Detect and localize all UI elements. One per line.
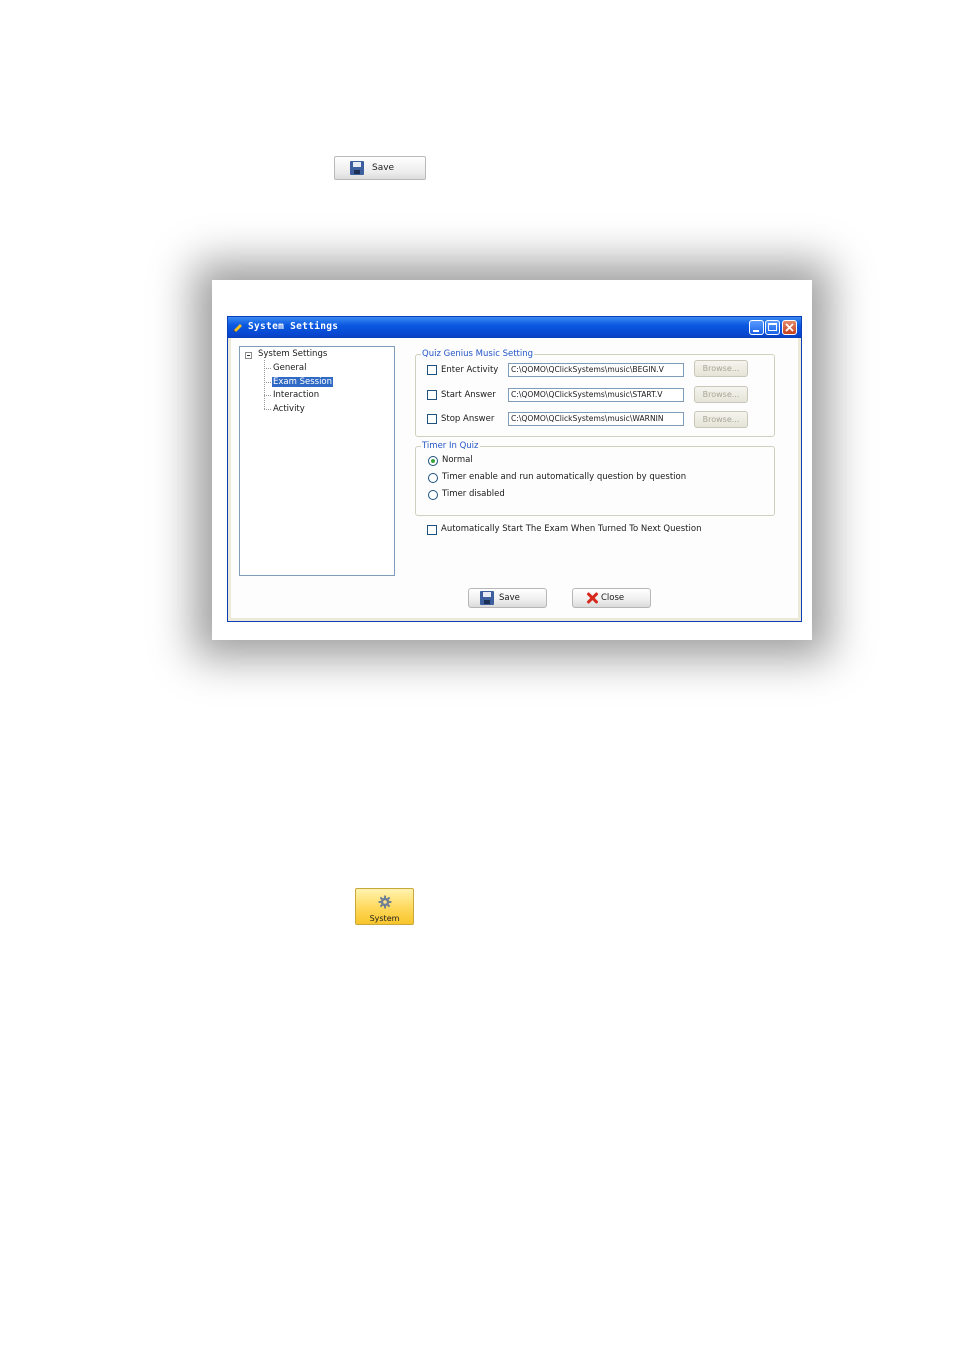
app-icon	[233, 324, 242, 332]
tree-item-activity[interactable]: Activity	[273, 404, 305, 414]
timer-auto-radio[interactable]	[428, 473, 438, 483]
auto-start-checkbox[interactable]	[427, 525, 437, 535]
title-bar[interactable]: System Settings	[228, 317, 801, 338]
enter-activity-path-input[interactable]: C:\QOMO\QClickSystems\music\BEGIN.V	[508, 363, 684, 377]
collapse-icon[interactable]	[245, 352, 252, 359]
tree-connector	[264, 395, 271, 396]
minimize-button[interactable]	[749, 320, 764, 335]
close-x-icon	[586, 592, 598, 604]
enter-activity-label: Enter Activity	[441, 365, 499, 375]
dialog-save-button[interactable]: Save	[468, 588, 547, 608]
minimize-icon	[753, 330, 759, 332]
floppy-disk-icon	[480, 591, 494, 605]
system-settings-dialog: System Settings System Settings General …	[227, 316, 802, 622]
music-setting-group: Quiz Genius Music Setting Enter Activity…	[415, 349, 775, 437]
timer-group-legend: Timer In Quiz	[421, 441, 480, 451]
timer-normal-label: Normal	[442, 455, 473, 465]
close-icon	[785, 323, 794, 332]
maximize-button[interactable]	[765, 320, 780, 335]
floppy-disk-icon	[350, 161, 364, 175]
system-button-label: System	[369, 914, 400, 923]
tree-connector	[264, 409, 271, 410]
system-button[interactable]: System	[355, 888, 414, 925]
save-button[interactable]: Save	[334, 156, 426, 180]
tree-item-general[interactable]: General	[273, 363, 307, 373]
timer-normal-radio[interactable]	[428, 456, 438, 466]
save-button-label: Save	[372, 163, 395, 173]
maximize-icon	[768, 323, 777, 331]
tree-connector	[264, 382, 271, 383]
tree-connector	[264, 368, 271, 369]
timer-auto-label: Timer enable and run automatically quest…	[442, 472, 687, 482]
start-answer-path-input[interactable]: C:\QOMO\QClickSystems\music\START.V	[508, 388, 684, 402]
start-answer-checkbox[interactable]	[427, 390, 437, 400]
dialog-client: System Settings General Exam Session Int…	[231, 338, 798, 618]
start-answer-label: Start Answer	[441, 390, 496, 400]
stop-answer-browse-button[interactable]: Browse...	[694, 411, 748, 428]
gear-icon	[378, 895, 392, 909]
dialog-save-label: Save	[499, 593, 520, 603]
timer-disabled-label: Timer disabled	[442, 489, 505, 499]
tree-item-interaction[interactable]: Interaction	[273, 390, 319, 400]
auto-start-label: Automatically Start The Exam When Turned…	[441, 524, 702, 534]
enter-activity-checkbox[interactable]	[427, 365, 437, 375]
close-window-button[interactable]	[782, 320, 797, 335]
dialog-close-button[interactable]: Close	[572, 588, 651, 608]
settings-tree[interactable]: System Settings General Exam Session Int…	[239, 346, 395, 576]
start-answer-browse-button[interactable]: Browse...	[694, 386, 748, 403]
stop-answer-checkbox[interactable]	[427, 414, 437, 424]
dialog-close-label: Close	[601, 593, 625, 603]
music-group-legend: Quiz Genius Music Setting	[421, 349, 535, 359]
timer-disabled-radio[interactable]	[428, 490, 438, 500]
tree-root[interactable]: System Settings	[258, 349, 327, 359]
stop-answer-label: Stop Answer	[441, 414, 495, 424]
enter-activity-browse-button[interactable]: Browse...	[694, 360, 748, 377]
tree-item-exam-session[interactable]: Exam Session	[272, 377, 334, 387]
window-title: System Settings	[248, 321, 339, 332]
stop-answer-path-input[interactable]: C:\QOMO\QClickSystems\music\WARNIN	[508, 412, 684, 426]
timer-group: Timer In Quiz Normal Timer enable and ru…	[415, 441, 775, 516]
